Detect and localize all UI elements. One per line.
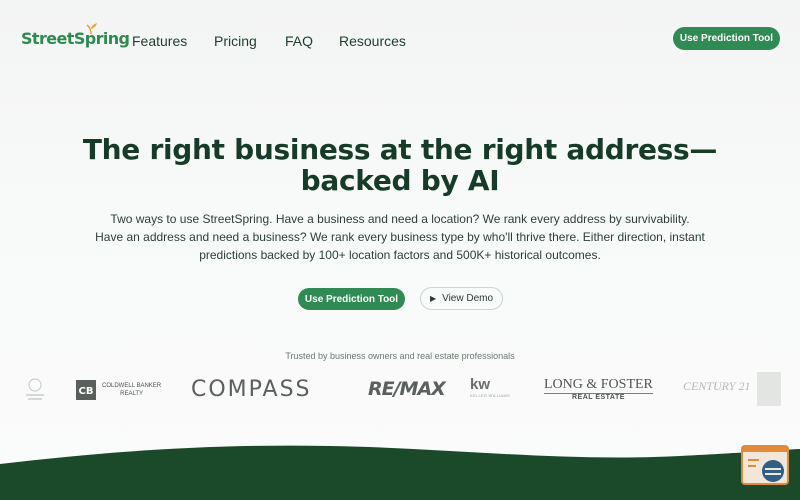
long-foster-subtext: REAL ESTATE: [571, 394, 625, 401]
remax-logo: RE/MAX: [368, 378, 446, 400]
partner-logo-clipped: [757, 372, 781, 406]
trusted-by-caption: Trusted by business owners and real esta…: [285, 351, 515, 361]
sprout-icon: [86, 23, 97, 34]
coldwell-banker-realty: REALTY: [120, 391, 144, 397]
view-demo-label: View Demo: [442, 293, 494, 304]
nav-prediction-tool-button[interactable]: Use Prediction Tool: [673, 27, 780, 50]
play-icon: ▶: [429, 294, 437, 303]
hero-subtitle: Two ways to use StreetSpring. Have a bus…: [0, 210, 800, 264]
nav-link-features[interactable]: Features: [132, 33, 187, 49]
long-foster-name: LONG & FOSTER: [544, 377, 653, 394]
top-nav: StreetSpring Features Pricing FAQ Resour…: [0, 0, 800, 80]
chat-widget-icon[interactable]: [741, 445, 789, 487]
partner-logo-strip: CB COLDWELL BANKER REALTY COMPASS RE/MAX…: [0, 368, 800, 414]
hero-title-line: backed by AI: [300, 164, 500, 197]
compass-logo: COMPASS: [191, 377, 312, 402]
partner-logo-faded: [26, 378, 44, 400]
streetspring-logo[interactable]: StreetSpring: [21, 29, 130, 48]
nav-link-faq[interactable]: FAQ: [285, 33, 313, 49]
hero-title-line: The right business at the right address—: [82, 133, 718, 166]
hero-subtitle-line: Two ways to use StreetSpring. Have a bus…: [110, 212, 690, 226]
coldwell-banker-mark-icon: CB: [76, 380, 96, 400]
hero-title: The right business at the right address—…: [0, 134, 800, 196]
coldwell-banker-name: COLDWELL BANKER: [102, 383, 162, 389]
coldwell-banker-logo: CB COLDWELL BANKER REALTY: [76, 380, 161, 400]
svg-text:CB: CB: [79, 386, 94, 397]
use-prediction-tool-button[interactable]: Use Prediction Tool: [298, 288, 405, 310]
long-foster-logo: LONG & FOSTER REAL ESTATE: [544, 378, 653, 401]
hero-subtitle-line: Have an address and need a business? We …: [95, 230, 705, 244]
century21-logo: CENTURY 21: [683, 379, 751, 393]
nav-link-pricing[interactable]: Pricing: [214, 33, 257, 49]
keller-williams-logo: kw KELLER WILLIAMS: [470, 376, 511, 399]
kw-mark: kw: [470, 376, 491, 393]
nav-link-resources[interactable]: Resources: [339, 33, 406, 49]
kw-subtext: KELLER WILLIAMS: [470, 393, 511, 398]
view-demo-button[interactable]: ▶ View Demo: [420, 287, 503, 310]
footer-wave: [0, 445, 800, 500]
hero-subtitle-line: predictions backed by 100+ location fact…: [199, 248, 601, 262]
